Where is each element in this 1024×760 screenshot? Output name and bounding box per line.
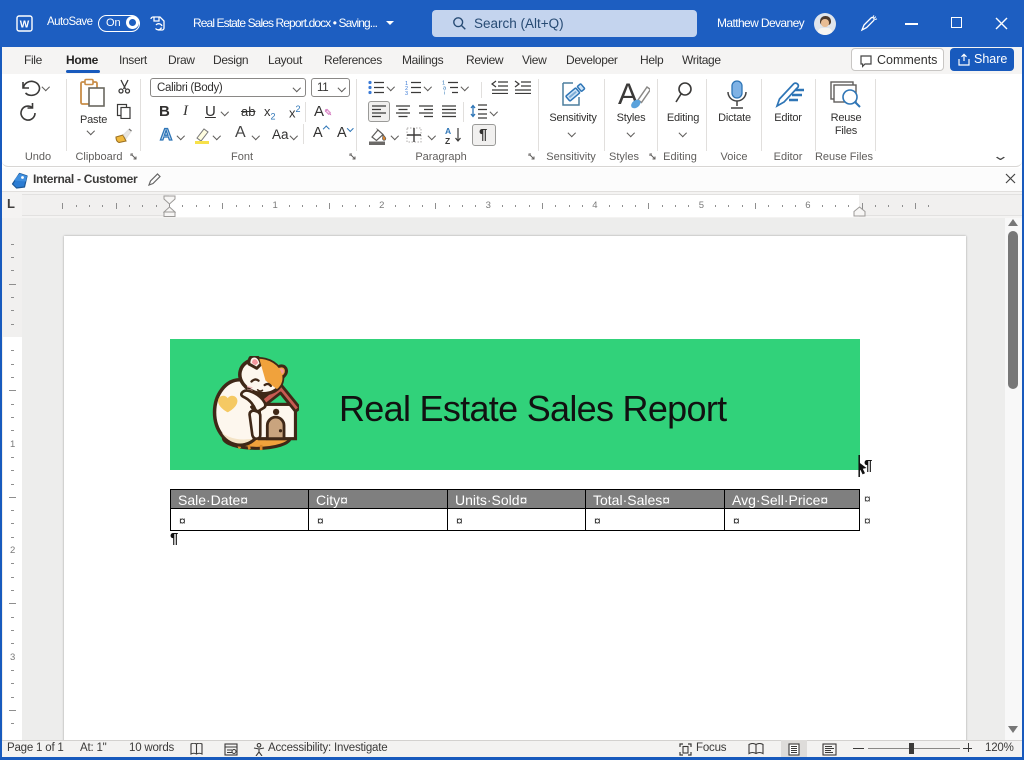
svg-text:i: i [444,91,445,96]
svg-text:W: W [20,20,30,31]
svg-text:A: A [445,126,451,136]
svg-text:Z: Z [445,136,450,145]
svg-text:3: 3 [405,91,408,95]
